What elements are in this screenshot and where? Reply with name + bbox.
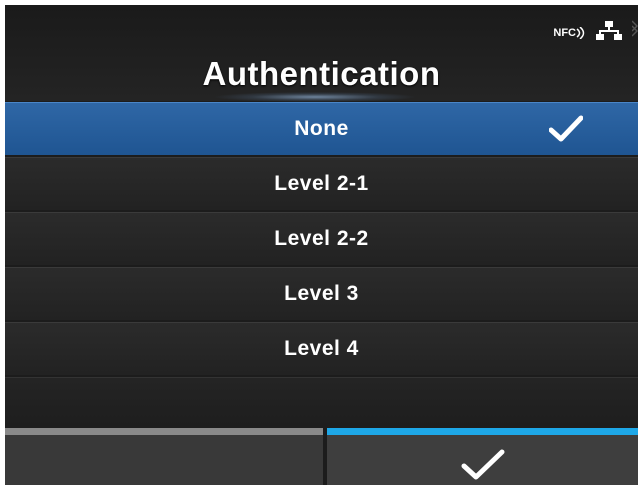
empty-list-row [5, 377, 638, 428]
check-icon [549, 115, 583, 142]
option-level-4[interactable]: Level 4 [5, 322, 638, 375]
header: NFC Authentication [5, 5, 638, 102]
option-label: Level 2-2 [274, 227, 369, 250]
option-level-2-2[interactable]: Level 2-2 [5, 212, 638, 265]
nfc-label: NFC [553, 27, 576, 39]
printer-screen: NFC Authentication None Level 2-1 Level … [5, 5, 638, 485]
nfc-icon: NFC [553, 27, 586, 39]
option-level-3[interactable]: Level 3 [5, 267, 638, 320]
footer-buttons [5, 428, 638, 485]
back-button[interactable] [5, 428, 323, 485]
option-label: Level 3 [284, 282, 359, 305]
bluetooth-icon [631, 19, 638, 47]
option-none[interactable]: None [5, 102, 638, 155]
option-level-2-1[interactable]: Level 2-1 [5, 157, 638, 210]
check-icon [461, 449, 504, 480]
status-bar: NFC [553, 19, 638, 47]
title-underline-glow [215, 92, 415, 102]
option-label: Level 2-1 [274, 172, 369, 195]
option-label: Level 4 [284, 337, 359, 360]
page-title: Authentication [202, 55, 441, 92]
option-label: None [294, 117, 349, 140]
option-list: None Level 2-1 Level 2-2 Level 3 Level 4 [5, 102, 638, 377]
network-icon [596, 20, 622, 47]
confirm-button[interactable] [327, 428, 638, 485]
